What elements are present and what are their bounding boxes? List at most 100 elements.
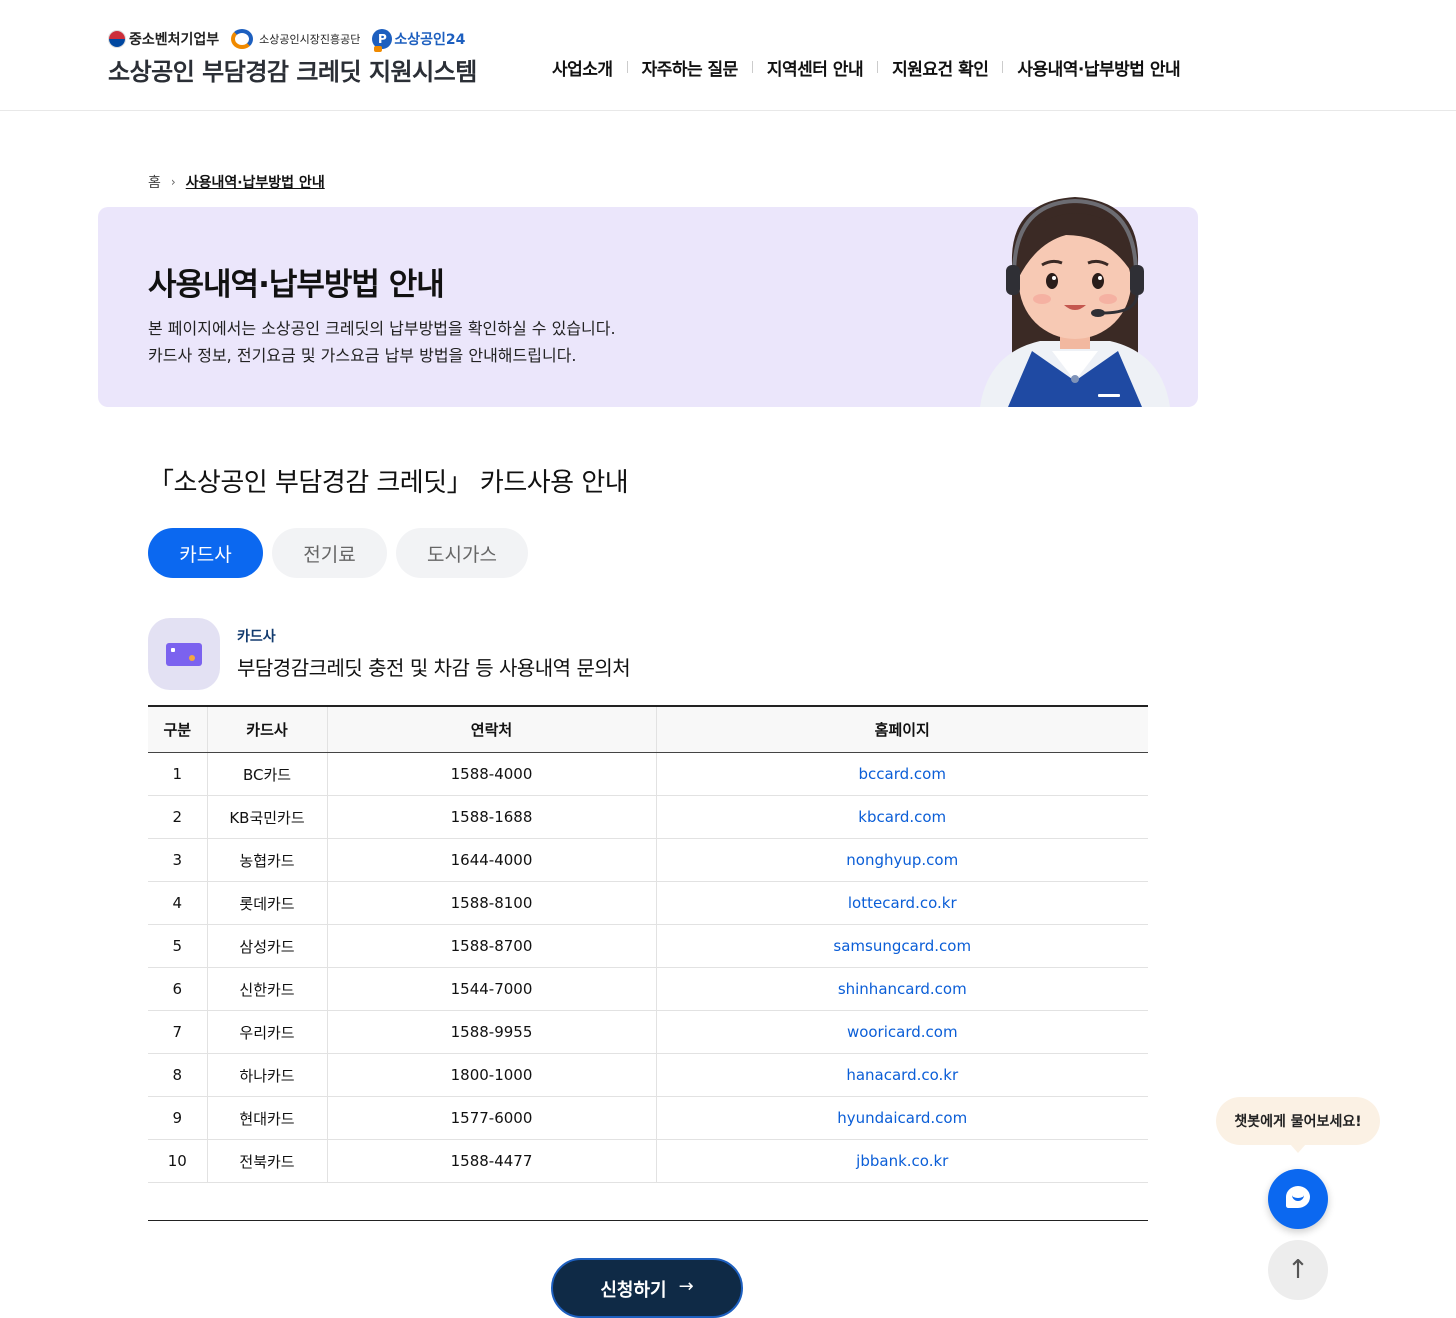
contact-number: 1544-7000 xyxy=(326,967,656,1011)
contact-number: 1588-1688 xyxy=(326,795,656,839)
card-company-name: 농협카드 xyxy=(206,838,327,882)
breadcrumb-current[interactable]: 사용내역·납부방법 안내 xyxy=(186,172,325,192)
subsection-title: 부담경감크레딧 충전 및 차감 등 사용내역 문의처 xyxy=(237,656,631,680)
taegukgi-icon xyxy=(108,30,126,48)
table-row: 2 KB국민카드 1588-1688 kbcard.com xyxy=(148,795,1148,839)
ministry-name: 중소벤처기업부 xyxy=(129,32,220,48)
contact-number: 1800-1000 xyxy=(326,1053,656,1097)
section-title: 「소상공인 부담경감 크레딧」 카드사용 안내 xyxy=(148,468,629,498)
table-row: 5 삼성카드 1588-8700 samsungcard.com xyxy=(148,924,1148,968)
nav-divider xyxy=(626,61,628,73)
tab-electricity[interactable]: 전기료 xyxy=(272,528,387,578)
card-company-name: 현대카드 xyxy=(206,1096,327,1140)
portal-logo[interactable]: P 소상공인24 xyxy=(372,29,465,52)
table-row: 8 하나카드 1800-1000 hanacard.co.kr xyxy=(148,1053,1148,1097)
contact-number: 1588-4000 xyxy=(326,752,656,796)
apply-button[interactable]: 신청하기 → xyxy=(551,1258,743,1318)
contact-number: 1577-6000 xyxy=(326,1096,656,1140)
homepage-link[interactable]: jbbank.co.kr xyxy=(655,1139,1148,1183)
homepage-link[interactable]: lottecard.co.kr xyxy=(655,881,1148,925)
card-company-name: 삼성카드 xyxy=(206,924,327,968)
tab-city-gas[interactable]: 도시가스 xyxy=(396,528,528,578)
nav-item-eligibility[interactable]: 지원요건 확인 xyxy=(892,55,989,80)
section-divider xyxy=(148,1220,1148,1221)
arrow-up-icon: ↑ xyxy=(1287,1255,1309,1285)
homepage-link[interactable]: samsungcard.com xyxy=(655,924,1148,968)
nav-item-centers[interactable]: 지역센터 안내 xyxy=(767,55,864,80)
arrow-right-icon: → xyxy=(678,1276,694,1297)
agency-name: 소상공인시장진흥공단 xyxy=(259,33,361,46)
card-company-name: 전북카드 xyxy=(206,1139,327,1183)
column-header-contact: 연락처 xyxy=(326,706,656,753)
table-row: 10 전북카드 1588-4477 jbbank.co.kr xyxy=(148,1139,1148,1183)
row-number: 7 xyxy=(148,1010,207,1054)
homepage-link[interactable]: wooricard.com xyxy=(655,1010,1148,1054)
table-row: 3 농협카드 1644-4000 nonghyup.com xyxy=(148,838,1148,882)
row-number: 8 xyxy=(148,1053,207,1097)
nav-item-usage-payment[interactable]: 사용내역·납부방법 안내 xyxy=(1017,55,1180,80)
breadcrumb-home[interactable]: 홈 xyxy=(148,172,161,192)
card-category-badge xyxy=(148,618,220,690)
row-number: 3 xyxy=(148,838,207,882)
page-description: 본 페이지에서는 소상공인 크레딧의 납부방법을 확인하실 수 있습니다. 카드… xyxy=(148,315,616,369)
semas-emblem-icon xyxy=(231,29,254,49)
card-company-name: 하나카드 xyxy=(206,1053,327,1097)
nav-item-about[interactable]: 사업소개 xyxy=(552,55,613,80)
page-description-line: 카드사 정보, 전기요금 및 가스요금 납부 방법을 안내해드립니다. xyxy=(148,346,577,365)
nav-item-faq[interactable]: 자주하는 질문 xyxy=(642,55,739,80)
homepage-link[interactable]: kbcard.com xyxy=(655,795,1148,839)
homepage-link[interactable]: nonghyup.com xyxy=(655,838,1148,882)
contact-number: 1588-9955 xyxy=(326,1010,656,1054)
subsection-label: 카드사 xyxy=(237,629,276,645)
main-nav: 사업소개 자주하는 질문 지역센터 안내 지원요건 확인 사용내역·납부방법 안… xyxy=(552,55,1181,80)
contact-number: 1644-4000 xyxy=(326,838,656,882)
chatbot-tooltip: 챗봇에게 물어보세요! xyxy=(1216,1097,1380,1153)
nav-divider xyxy=(877,61,879,73)
row-number: 2 xyxy=(148,795,207,839)
tab-card-company[interactable]: 카드사 xyxy=(148,528,263,578)
card-company-name: BC카드 xyxy=(206,752,327,796)
credit-card-icon xyxy=(166,643,202,666)
homepage-link[interactable]: shinhancard.com xyxy=(655,967,1148,1011)
row-number: 4 xyxy=(148,881,207,925)
column-header-no: 구분 xyxy=(148,706,207,753)
table-header-row: 구분 카드사 연락처 홈페이지 xyxy=(148,706,1148,753)
homepage-link[interactable]: hanacard.co.kr xyxy=(655,1053,1148,1097)
page-title: 사용내역·납부방법 안내 xyxy=(148,267,445,303)
site-header: 중소벤처기업부 소상공인시장진흥공단 P 소상공인24 소상공인 부담경감 크레… xyxy=(0,0,1456,111)
agency-logo[interactable]: 소상공인시장진흥공단 xyxy=(231,29,360,49)
table-row: 4 롯데카드 1588-8100 lottecard.co.kr xyxy=(148,881,1148,925)
site-title[interactable]: 소상공인 부담경감 크레딧 지원시스템 xyxy=(108,52,477,87)
breadcrumb: 홈 › 사용내역·납부방법 안내 xyxy=(148,172,325,192)
logo-group[interactable]: 중소벤처기업부 소상공인시장진흥공단 P 소상공인24 xyxy=(108,28,477,52)
chatbot-button[interactable] xyxy=(1268,1169,1328,1229)
column-header-homepage: 홈페이지 xyxy=(655,706,1148,753)
row-number: 5 xyxy=(148,924,207,968)
card-company-name: 롯데카드 xyxy=(206,881,327,925)
card-company-table: 구분 카드사 연락처 홈페이지 1 BC카드 1588-4000 bccard.… xyxy=(148,705,1148,1183)
card-company-name: 우리카드 xyxy=(206,1010,327,1054)
card-company-name: KB국민카드 xyxy=(206,795,327,839)
table-row: 7 우리카드 1588-9955 wooricard.com xyxy=(148,1010,1148,1054)
contact-number: 1588-8700 xyxy=(326,924,656,968)
hero-banner: 사용내역·납부방법 안내 본 페이지에서는 소상공인 크레딧의 납부방법을 확인… xyxy=(98,197,1198,407)
row-number: 6 xyxy=(148,967,207,1011)
row-number: 10 xyxy=(148,1139,207,1183)
card-company-name: 신한카드 xyxy=(206,967,327,1011)
ministry-logo[interactable]: 중소벤처기업부 xyxy=(108,29,219,49)
contact-number: 1588-8100 xyxy=(326,881,656,925)
column-header-card-company: 카드사 xyxy=(206,706,327,753)
scroll-top-button[interactable]: ↑ xyxy=(1268,1240,1328,1300)
table-row: 1 BC카드 1588-4000 bccard.com xyxy=(148,752,1148,796)
row-number: 9 xyxy=(148,1096,207,1140)
apply-button-label: 신청하기 xyxy=(600,1280,667,1301)
contact-number: 1588-4477 xyxy=(326,1139,656,1183)
nav-divider xyxy=(751,61,753,73)
page-description-line: 본 페이지에서는 소상공인 크레딧의 납부방법을 확인하실 수 있습니다. xyxy=(148,319,616,338)
nav-divider xyxy=(1002,61,1004,73)
homepage-link[interactable]: bccard.com xyxy=(655,752,1148,796)
chevron-right-icon: › xyxy=(170,175,176,189)
call-center-agent-illustration xyxy=(980,197,1170,407)
homepage-link[interactable]: hyundaicard.com xyxy=(655,1096,1148,1140)
category-tabs: 카드사 전기료 도시가스 xyxy=(148,528,537,578)
